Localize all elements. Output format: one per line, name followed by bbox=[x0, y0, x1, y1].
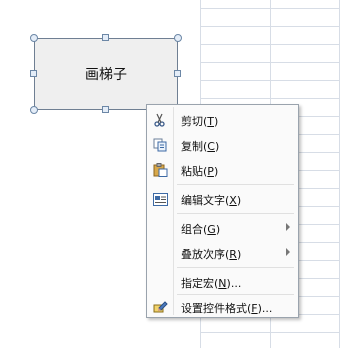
submenu-arrow-icon bbox=[286, 223, 290, 231]
resize-handle-left[interactable] bbox=[30, 70, 37, 77]
grid-line bbox=[200, 332, 340, 333]
resize-handle-top[interactable] bbox=[102, 34, 109, 41]
grid-line bbox=[200, 62, 340, 63]
menu-item-label: 指定宏(N)... bbox=[181, 277, 242, 290]
edit-text-icon bbox=[152, 192, 168, 206]
grid-line bbox=[200, 80, 340, 81]
menu-item-order[interactable]: 叠放次序(R) bbox=[147, 242, 298, 264]
menu-item-copy[interactable]: 复制(C) bbox=[147, 134, 298, 156]
resize-handle-top-left[interactable] bbox=[30, 34, 38, 42]
menu-item-label: 剪切(T) bbox=[181, 115, 219, 128]
menu-item-paste[interactable]: 粘贴(P) bbox=[147, 159, 298, 181]
menu-item-edit-text[interactable]: 编辑文字(X) bbox=[147, 188, 298, 210]
menu-item-label: 编辑文字(X) bbox=[181, 194, 242, 207]
shape-label: 画梯子 bbox=[85, 67, 127, 83]
menu-separator bbox=[177, 213, 294, 214]
menu-separator bbox=[177, 294, 294, 295]
menu-item-group[interactable]: 组合(G) bbox=[147, 217, 298, 239]
menu-separator bbox=[177, 267, 294, 268]
menu-item-cut[interactable]: 剪切(T) bbox=[147, 109, 298, 131]
grid-line bbox=[200, 98, 340, 99]
menu-item-label: 组合(G) bbox=[181, 223, 221, 236]
menu-item-label: 粘贴(P) bbox=[181, 165, 219, 178]
resize-handle-right[interactable] bbox=[174, 70, 181, 77]
menu-item-assign-macro[interactable]: 指定宏(N)... bbox=[147, 271, 298, 293]
format-control-icon bbox=[152, 300, 168, 314]
copy-icon bbox=[152, 138, 168, 152]
resize-handle-top-right[interactable] bbox=[174, 34, 182, 42]
shape-button[interactable]: 画梯子 bbox=[34, 38, 178, 110]
grid-line bbox=[200, 44, 340, 45]
paste-icon bbox=[152, 163, 168, 177]
grid-line bbox=[200, 26, 340, 27]
menu-item-format-control[interactable]: 设置控件格式(F)... bbox=[147, 296, 298, 318]
menu-item-label: 叠放次序(R) bbox=[181, 248, 242, 261]
resize-handle-bottom[interactable] bbox=[102, 106, 109, 113]
menu-separator bbox=[177, 184, 294, 185]
scissors-icon bbox=[152, 113, 168, 127]
submenu-arrow-icon bbox=[286, 248, 290, 256]
menu-item-label: 复制(C) bbox=[181, 140, 220, 153]
menu-item-label: 设置控件格式(F)... bbox=[181, 302, 273, 315]
grid-line bbox=[200, 8, 340, 9]
resize-handle-bottom-left[interactable] bbox=[30, 106, 38, 114]
context-menu: 剪切(T) 复制(C) 粘贴(P) 编辑文字(X) 组合(G) 叠放次序(R) … bbox=[146, 104, 299, 318]
